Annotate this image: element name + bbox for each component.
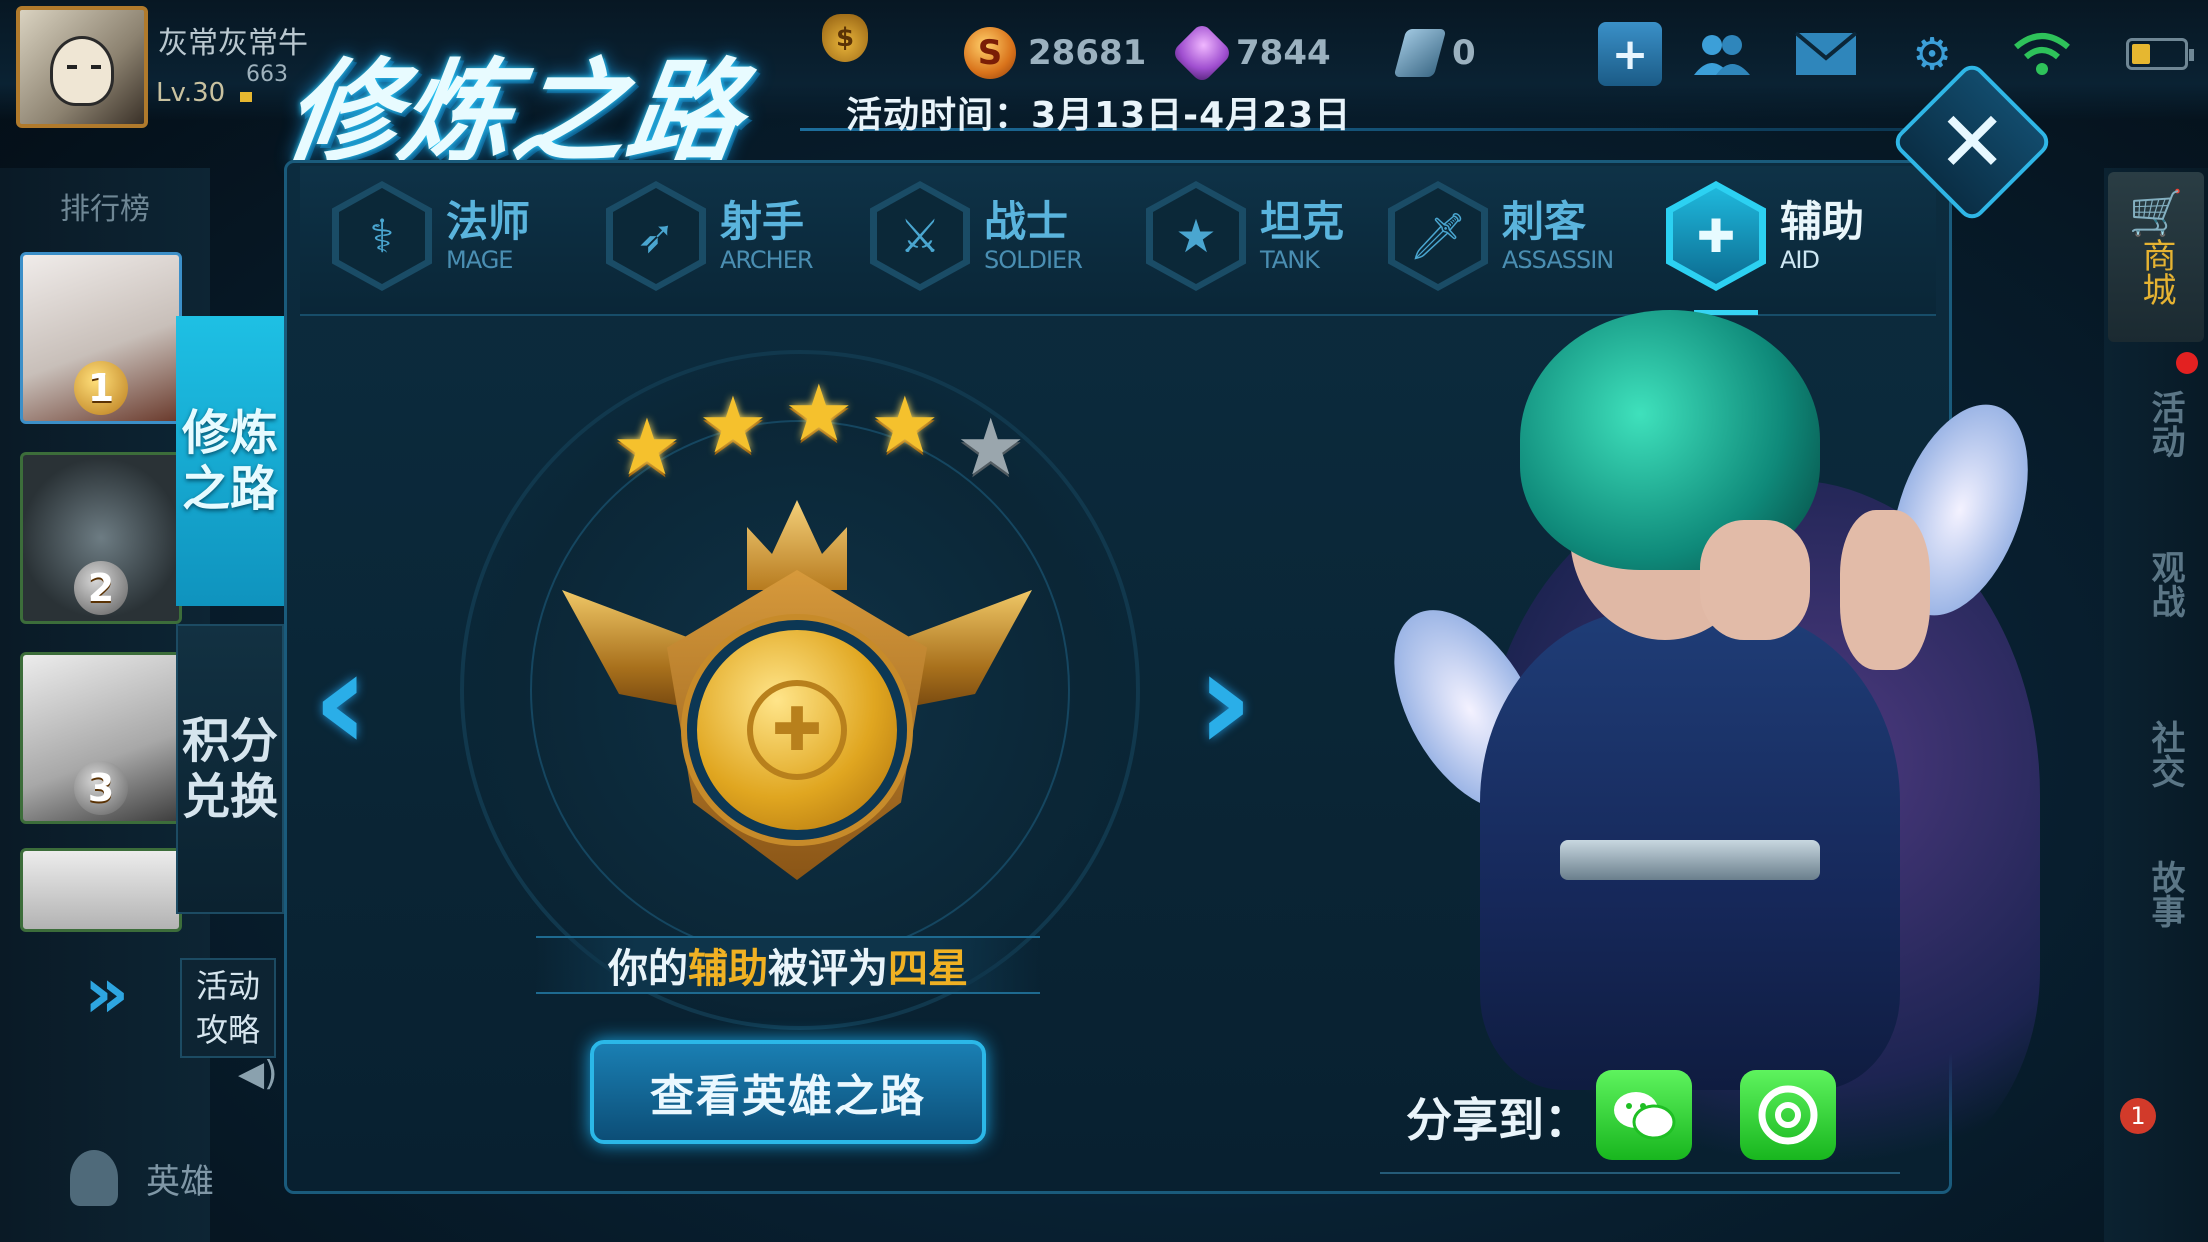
class-label-en: ASSASSIN (1502, 246, 1614, 274)
class-label-en: TANK (1260, 246, 1320, 274)
tab-aid[interactable]: ✚ 辅助 AID (1666, 176, 1864, 296)
mall-label: 商城 (2136, 238, 2176, 306)
rank-medal: ✚ (562, 480, 1032, 900)
dagger-icon: 🗡 (1388, 181, 1488, 291)
rating-middle: 被评为 (768, 946, 888, 992)
player-exp: 663 (246, 62, 288, 87)
tab-archer[interactable]: ➶ 射手 ARCHER (606, 176, 814, 296)
class-label-en: SOLDIER (984, 246, 1083, 274)
rank-badge: 2 (74, 561, 128, 615)
rating-text: 你的 辅助 被评为 四星 (536, 936, 1040, 994)
sidebar-item-social[interactable]: 社交 (2126, 720, 2186, 788)
gem-currency[interactable]: 7844 (1170, 21, 1331, 85)
next-arrow-icon[interactable]: › (1196, 620, 1254, 783)
notification-badge: 1 (2120, 1098, 2156, 1134)
leaderboard-entry[interactable]: 2 (20, 452, 182, 624)
gem-amount: 7844 (1236, 33, 1331, 73)
gem-icon (1170, 21, 1234, 85)
tab-assassin[interactable]: 🗡 刺客 ASSASSIN (1388, 176, 1614, 296)
selected-tab-indicator (1694, 310, 1758, 315)
leaderboard-entry[interactable]: 1 (20, 252, 182, 424)
gold-amount: 28681 (1028, 33, 1147, 73)
leaderboard-entry[interactable] (20, 848, 182, 932)
class-label-cn: 辅助 (1780, 197, 1865, 246)
rank-badge: 3 (74, 761, 128, 815)
class-label-cn: 法师 (446, 197, 531, 246)
mail-icon[interactable] (1794, 22, 1858, 86)
sidebar-item-watch[interactable]: 观战 (2126, 550, 2186, 618)
plus-icon[interactable]: + (1598, 22, 1662, 86)
moments-share-button[interactable] (1740, 1070, 1836, 1160)
helmet-icon (70, 1150, 118, 1206)
gold-currency[interactable]: S 28681 (964, 27, 1147, 79)
money-bag-icon[interactable]: $ (822, 14, 868, 62)
tab-points-exchange[interactable]: 积分兑换 (176, 624, 284, 914)
leaderboard-title: 排行榜 (60, 192, 150, 227)
shield-icon: ★ (1146, 181, 1246, 291)
tab-mage[interactable]: ⚕ 法师 MAGE (332, 176, 530, 296)
syringe-icon: ✚ (1666, 181, 1766, 291)
star-empty-icon: ★ (955, 403, 1026, 493)
mage-icon: ⚕ (332, 181, 432, 291)
rank-badge: 1 (74, 361, 128, 415)
nav-hero[interactable]: 英雄 (70, 1150, 214, 1206)
voucher-amount: 0 (1452, 33, 1476, 73)
expand-leaderboard-icon[interactable]: » (84, 952, 129, 1034)
previous-arrow-icon[interactable]: ‹ (312, 620, 370, 783)
class-label-cn: 射手 (720, 197, 805, 246)
game-screen: 灰常灰常牛 663 Lv.30 $ S 28681 7844 0 + ⚙ 修炼之… (0, 0, 2208, 1242)
tab-soldier[interactable]: ⚔ 战士 SOLDIER (870, 176, 1083, 296)
cart-icon: 🛒 (2128, 188, 2184, 239)
sidebar-item-story[interactable]: 故事 (2126, 860, 2186, 928)
battery-icon (2126, 38, 2194, 70)
level-progress (240, 92, 252, 102)
rating-class: 辅助 (688, 946, 768, 992)
tab-event-guide[interactable]: 活动攻略 (180, 958, 276, 1058)
wechat-share-button[interactable] (1596, 1070, 1692, 1160)
star-rating: ★ ★ ★ ★ ★ (612, 374, 1026, 493)
star-filled-icon: ★ (869, 381, 940, 471)
friends-icon[interactable] (1690, 22, 1754, 86)
player-avatar[interactable] (16, 6, 148, 128)
speaker-icon[interactable]: ◀) (238, 1054, 284, 1094)
share-divider (1380, 1172, 1900, 1174)
star-filled-icon: ★ (612, 403, 682, 493)
leaderboard-entry[interactable]: 3 (20, 652, 182, 824)
wifi-icon (2010, 22, 2074, 86)
star-filled-icon: ★ (783, 369, 854, 459)
player-level: Lv.30 (156, 78, 226, 108)
class-label-en: MAGE (446, 246, 513, 274)
view-hero-path-button[interactable]: 查看英雄之路 (590, 1040, 986, 1144)
tab-cultivation-path[interactable]: 修炼之路 (176, 316, 284, 606)
wechat-icon (1614, 1092, 1676, 1140)
share-label: 分享到： (1406, 1093, 1590, 1147)
sword-icon: ⚔ (870, 181, 970, 291)
class-label-en: ARCHER (720, 246, 814, 274)
camera-aperture-icon (1758, 1085, 1818, 1145)
bow-icon: ➶ (606, 181, 706, 291)
tab-tank[interactable]: ★ 坦克 TANK (1146, 176, 1344, 296)
rating-grade: 四星 (888, 946, 968, 992)
player-name: 灰常灰常牛 (158, 26, 308, 61)
sidebar-item-activity[interactable]: 活动 (2126, 390, 2186, 458)
class-label-cn: 战士 (984, 197, 1069, 246)
close-icon: ✕ (1936, 92, 2008, 191)
class-label-en: AID (1780, 246, 1820, 274)
voucher-currency[interactable]: 0 (1393, 28, 1476, 78)
star-filled-icon: ★ (697, 381, 768, 471)
voucher-icon (1393, 29, 1447, 77)
class-label-cn: 刺客 (1502, 197, 1587, 246)
notification-dot (2176, 352, 2198, 374)
gold-coin-icon: S (964, 27, 1016, 79)
sidebar-item-mall[interactable]: 🛒 商城 (2108, 172, 2204, 342)
class-label-cn: 坦克 (1260, 197, 1345, 246)
rating-prefix: 你的 (608, 946, 688, 992)
nav-hero-label: 英雄 (146, 1161, 214, 1202)
event-time: 活动时间：3月13日-4月23日 (846, 95, 1352, 136)
aid-emblem-icon: ✚ (747, 680, 847, 780)
